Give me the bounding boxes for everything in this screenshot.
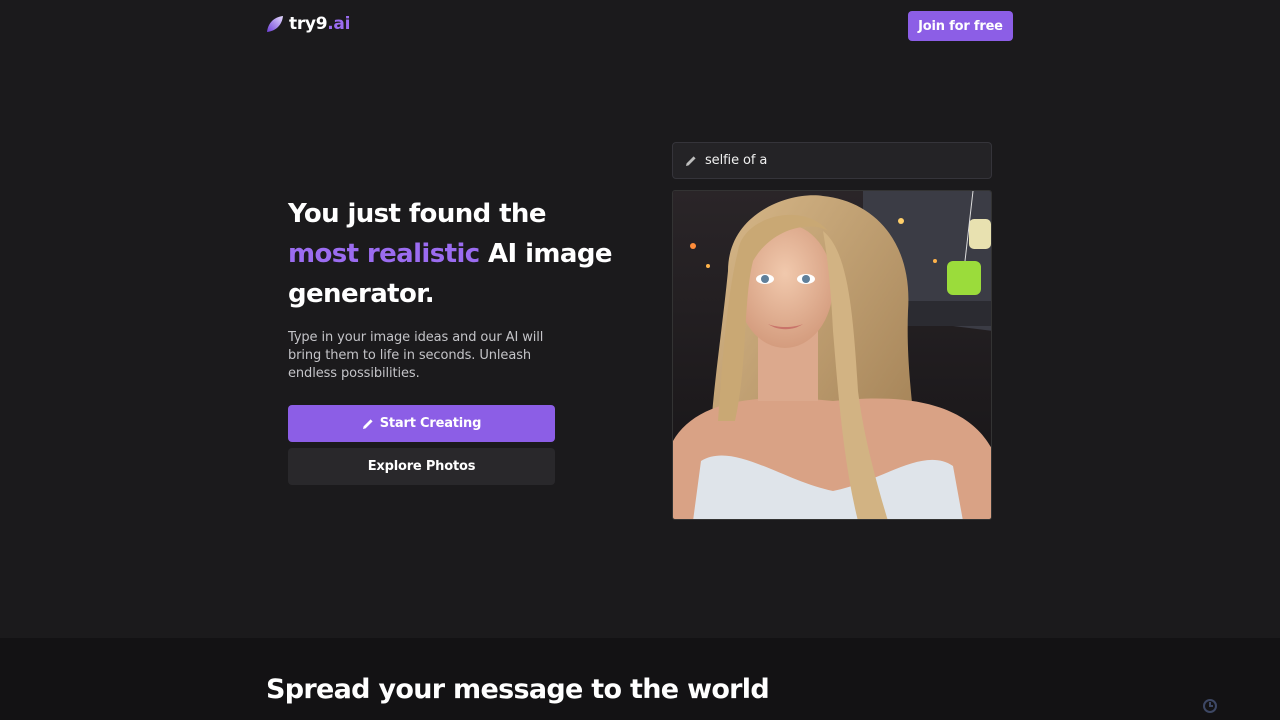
logo-leaf-icon (267, 16, 283, 32)
explore-photos-label: Explore Photos (367, 459, 476, 474)
hero-headline: You just found the most realistic AI ima… (288, 194, 648, 314)
hero-subtext: Type in your image ideas and our AI will… (288, 330, 544, 381)
start-creating-label: Start Creating (379, 416, 482, 431)
logo-text: try9.ai (289, 14, 351, 34)
section-title: Spread your message to the world (266, 674, 770, 705)
headline-part1: You just found the (288, 199, 546, 229)
features-section: Spread your message to the world (0, 638, 1280, 720)
pencil-icon (686, 155, 696, 166)
explore-photos-button[interactable]: Explore Photos (288, 448, 555, 485)
prompt-display: selfie of a (672, 142, 992, 179)
generated-image (672, 190, 992, 520)
recaptcha-icon (1203, 699, 1217, 713)
start-creating-button[interactable]: Start Creating (288, 405, 555, 442)
headline-highlight: most realistic (288, 239, 480, 269)
prompt-text: selfie of a (705, 153, 768, 168)
pencil-icon (362, 418, 373, 429)
logo[interactable]: try9.ai (266, 14, 350, 34)
landing-page: try9.ai Join for free You just found the… (0, 0, 1280, 720)
join-for-free-button[interactable]: Join for free (908, 11, 1013, 41)
